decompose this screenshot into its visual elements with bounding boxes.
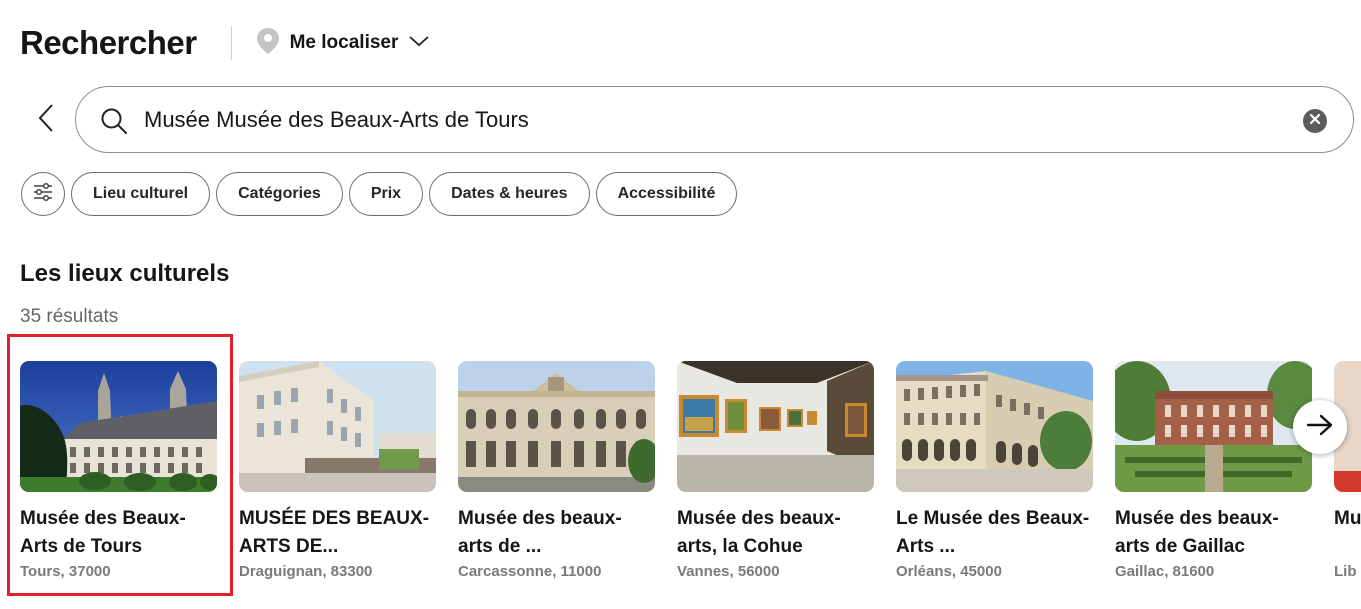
result-card[interactable]: Mu Ar Lib	[1334, 361, 1361, 586]
result-card[interactable]: MUSÉE DES BEAUX-ARTS DE... Draguignan, 8…	[239, 361, 436, 586]
chip-accessibilite[interactable]: Accessibilité	[595, 172, 738, 216]
search-icon	[100, 107, 128, 140]
card-image	[677, 361, 874, 492]
search-input[interactable]	[144, 101, 1274, 139]
card-title: Musée des Beaux-Arts de Tours	[20, 508, 186, 557]
result-card[interactable]: Musée des Beaux-Arts de Tours Tours, 370…	[20, 361, 217, 586]
clear-search-button[interactable]	[1303, 109, 1327, 133]
result-card[interactable]: Musée des beaux-arts de ... Carcassonne,…	[458, 361, 655, 586]
result-card[interactable]: Musée des beaux-arts, la Cohue Vannes, 5…	[677, 361, 874, 586]
card-title: Le Musée des Beaux-Arts ...	[896, 508, 1090, 557]
card-image	[239, 361, 436, 492]
carousel-next-button[interactable]	[1293, 400, 1347, 454]
card-image	[1115, 361, 1312, 492]
card-title: MUSÉE DES BEAUX-ARTS DE...	[239, 508, 430, 557]
card-location: Draguignan, 83300	[239, 563, 373, 580]
results-carousel: Musée des Beaux-Arts de Tours Tours, 370…	[20, 361, 1361, 591]
result-count: 35 résultats	[20, 306, 119, 327]
locate-me-dropdown[interactable]: Me localiser	[256, 27, 431, 60]
chevron-left-icon	[37, 103, 55, 138]
card-location: Vannes, 56000	[677, 563, 780, 580]
chevron-down-icon	[408, 34, 430, 53]
filter-bar: Lieu culturel Catégories Prix Dates & he…	[21, 172, 738, 216]
card-image	[896, 361, 1093, 492]
sliders-icon	[32, 182, 54, 207]
search-bar	[75, 86, 1354, 153]
card-location: Carcassonne, 11000	[458, 563, 602, 580]
chip-prix[interactable]: Prix	[348, 172, 424, 216]
header: Rechercher Me localiser	[20, 20, 430, 66]
result-card[interactable]: Le Musée des Beaux-Arts ... Orléans, 450…	[896, 361, 1093, 586]
card-location: Lib	[1334, 563, 1357, 580]
card-title: Mu Ar	[1334, 508, 1361, 529]
card-title: Musée des beaux-arts de Gaillac	[1115, 508, 1279, 557]
card-title: Musée des beaux-arts, la Cohue	[677, 508, 841, 557]
card-location: Gaillac, 81600	[1115, 563, 1215, 580]
back-button[interactable]	[30, 100, 62, 140]
location-pin-icon	[256, 27, 280, 60]
card-image	[20, 361, 217, 492]
chip-categories[interactable]: Catégories	[216, 172, 343, 216]
clear-icon	[1309, 112, 1321, 130]
header-divider	[230, 26, 232, 60]
filters-button[interactable]	[21, 172, 65, 216]
locate-me-label: Me localiser	[289, 32, 399, 53]
card-image	[458, 361, 655, 492]
card-title: Musée des beaux-arts de ...	[458, 508, 622, 557]
section-title: Les lieux culturels	[20, 260, 230, 287]
arrow-right-icon	[1306, 413, 1334, 442]
card-location: Orléans, 45000	[896, 563, 1002, 580]
page-title: Rechercher	[20, 24, 197, 61]
chip-lieu-culturel[interactable]: Lieu culturel	[71, 172, 211, 216]
chip-dates-heures[interactable]: Dates & heures	[429, 172, 590, 216]
card-location: Tours, 37000	[20, 563, 111, 580]
result-card[interactable]: Musée des beaux-arts de Gaillac Gaillac,…	[1115, 361, 1312, 586]
